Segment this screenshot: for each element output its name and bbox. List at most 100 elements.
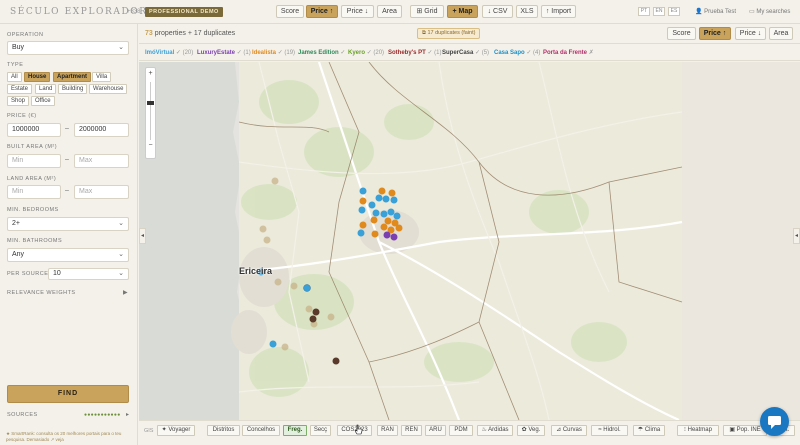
layer-ren-button[interactable]: REN xyxy=(401,425,422,436)
layer-pdm-button[interactable]: PDM xyxy=(449,425,473,436)
price-max-input[interactable]: 2000000 xyxy=(74,123,129,137)
source-luxuryestate[interactable]: LuxuryEstate ✓ (1) xyxy=(197,49,251,56)
range-dash: – xyxy=(65,187,69,194)
map-view[interactable]: + − ◂ ◂ Ericeira xyxy=(139,62,800,420)
zoom-slider-handle[interactable] xyxy=(147,101,154,105)
zoom-out-button[interactable]: − xyxy=(146,142,155,149)
land-area-label: LAND AREA (M²) xyxy=(7,176,57,182)
source-casasapo[interactable]: Casa Sapo ✓ (4) xyxy=(494,49,540,56)
place-label: Ericeira xyxy=(239,266,273,276)
operation-label: OPERATION xyxy=(7,32,44,38)
type-chip-building[interactable]: Building xyxy=(58,84,88,94)
find-button[interactable]: FIND xyxy=(7,385,129,403)
duplicates-badge[interactable]: ⧉ 17 duplicates (faint) xyxy=(417,28,481,39)
source-imovirtual[interactable]: ImóVirtual ✓ (20) xyxy=(145,49,193,56)
type-chip-apartment[interactable]: Apartment xyxy=(53,72,92,82)
hand-cursor-icon xyxy=(355,424,363,435)
range-dash: – xyxy=(65,156,69,163)
import-button[interactable]: ↑ Import xyxy=(541,5,576,18)
gis-label: GIS xyxy=(144,428,154,434)
bathrooms-label: MIN. BATHROOMS xyxy=(7,238,63,244)
sort-area-button[interactable]: Area xyxy=(769,27,793,40)
chevron-right-icon[interactable]: ▸ xyxy=(126,411,129,418)
type-chip-shop[interactable]: Shop xyxy=(7,96,30,106)
gis-layer-bar: GIS ✦ Voyager Distritos Concelhos Freg. … xyxy=(139,420,800,445)
source-supercasa[interactable]: SuperCasa ✓ (5) xyxy=(442,49,489,56)
grid-view-button[interactable]: ⊞ Grid xyxy=(410,5,444,18)
layer-ardidas-button[interactable]: ♨ Ardidas xyxy=(477,425,513,436)
top-sort-price-asc-button[interactable]: Price ↑ xyxy=(306,5,338,18)
user-menu[interactable]: 👤 Prueba Test xyxy=(695,8,736,15)
relevance-weights-toggle[interactable]: RELEVANCE WEIGHTS xyxy=(7,290,76,296)
zoom-track[interactable] xyxy=(150,82,151,140)
layer-hidrologia-button[interactable]: ≈ Hidrol. xyxy=(591,425,628,436)
map-view-button[interactable]: + Map xyxy=(447,5,478,18)
type-chip-house[interactable]: House xyxy=(24,72,51,82)
type-chip-all[interactable]: All xyxy=(7,72,22,82)
expand-panel-tab[interactable]: ◂ xyxy=(793,228,800,244)
range-dash: – xyxy=(65,125,69,132)
type-chip-land[interactable]: Land xyxy=(35,84,57,94)
per-source-label: PER SOURCE xyxy=(7,271,49,277)
chat-widget-button[interactable] xyxy=(760,407,789,436)
chevron-right-icon[interactable]: ▶ xyxy=(123,289,128,296)
price-min-input[interactable]: 1000000 xyxy=(7,123,61,137)
sort-score-button[interactable]: Score xyxy=(667,27,696,40)
bedrooms-label: MIN. BEDROOMS xyxy=(7,207,59,213)
lang-en-button[interactable]: EN xyxy=(653,7,665,16)
chat-icon xyxy=(768,416,781,429)
layer-concelhos-button[interactable]: Concelhos xyxy=(242,425,280,436)
type-chip-office[interactable]: Office xyxy=(31,96,55,106)
layer-heatmap-button[interactable]: ⁝ Heatmap xyxy=(677,425,719,436)
results-count: 73 properties + 17 duplicates xyxy=(145,30,236,37)
zoom-in-button[interactable]: + xyxy=(146,70,155,77)
built-min-input[interactable]: Min xyxy=(7,154,61,168)
layer-curvas-button[interactable]: ⊿ Curvas xyxy=(551,425,587,436)
source-kyero[interactable]: Kyero ✓ (20) xyxy=(348,49,384,56)
source-portadafrente[interactable]: Porta da Frente ✗ xyxy=(543,49,594,56)
layer-ran-button[interactable]: RAN xyxy=(377,425,398,436)
built-max-input[interactable]: Max xyxy=(74,154,129,168)
collapse-sidebar-tab[interactable]: ◂ xyxy=(139,228,146,244)
layer-clima-button[interactable]: ☂ Clima xyxy=(633,425,665,436)
land-max-input[interactable]: Max xyxy=(74,185,129,199)
xls-export-button[interactable]: XLS xyxy=(516,5,538,18)
csv-export-button[interactable]: ↓ CSV xyxy=(482,5,513,18)
bedrooms-select[interactable]: 2+ ⌄ xyxy=(7,217,129,231)
type-chip-warehouse[interactable]: Warehouse xyxy=(89,84,128,94)
zoom-control[interactable]: + − xyxy=(145,67,156,159)
smartrank-tip: ★ SmartRank: consulta os 20 melhores por… xyxy=(6,431,122,442)
my-searches-link[interactable]: ▭ My searches xyxy=(749,8,790,15)
top-sort-area-button[interactable]: Area xyxy=(377,5,402,18)
layer-voyager-button[interactable]: ✦ Voyager xyxy=(157,425,195,436)
source-idealista[interactable]: Idealista ✓ (19) xyxy=(252,49,295,56)
chevron-down-icon: ⌄ xyxy=(118,220,124,227)
sources-indicator: ●●●●●●●●●●● xyxy=(84,412,121,418)
source-jamesedition[interactable]: James Edition ✓ xyxy=(298,49,345,56)
layer-aru-button[interactable]: ARU xyxy=(425,425,446,436)
operation-select[interactable]: Buy ⌄ xyxy=(7,41,129,55)
user-icon: 👤 xyxy=(695,9,705,15)
map-canvas[interactable] xyxy=(139,62,800,420)
top-sort-score-button[interactable]: Score xyxy=(276,5,304,18)
type-chip-estate[interactable]: Estate xyxy=(7,84,33,94)
layer-vegetacao-button[interactable]: ✿ Veg. xyxy=(517,425,545,436)
total-count: +338 xyxy=(127,9,141,15)
built-area-label: BUILT AREA (M²) xyxy=(7,144,58,150)
per-source-select[interactable]: 10 ⌄ xyxy=(48,268,129,280)
sources-strip: ImóVirtual ✓ (20) LuxuryEstate ✓ (1) Ide… xyxy=(139,45,800,61)
bathrooms-select[interactable]: Any ⌄ xyxy=(7,248,129,262)
land-min-input[interactable]: Min xyxy=(7,185,61,199)
lang-es-button[interactable]: ES xyxy=(668,7,680,16)
lang-pt-button[interactable]: PT xyxy=(638,7,650,16)
sort-price-asc-button[interactable]: Price ↑ xyxy=(699,27,731,40)
top-sort-price-desc-button[interactable]: Price ↓ xyxy=(341,5,374,18)
layer-freguesias-button[interactable]: Freg. xyxy=(283,425,307,436)
layer-seccoes-button[interactable]: Secç xyxy=(310,425,331,436)
source-sothebys[interactable]: Sotheby's PT ✓ (1) xyxy=(388,49,441,56)
layer-distritos-button[interactable]: Distritos xyxy=(207,425,240,436)
type-chip-villa[interactable]: Villa xyxy=(92,72,112,82)
chevron-down-icon: ⌄ xyxy=(118,270,124,277)
sort-price-desc-button[interactable]: Price ↓ xyxy=(735,27,766,40)
chevron-down-icon: ⌄ xyxy=(118,251,124,258)
